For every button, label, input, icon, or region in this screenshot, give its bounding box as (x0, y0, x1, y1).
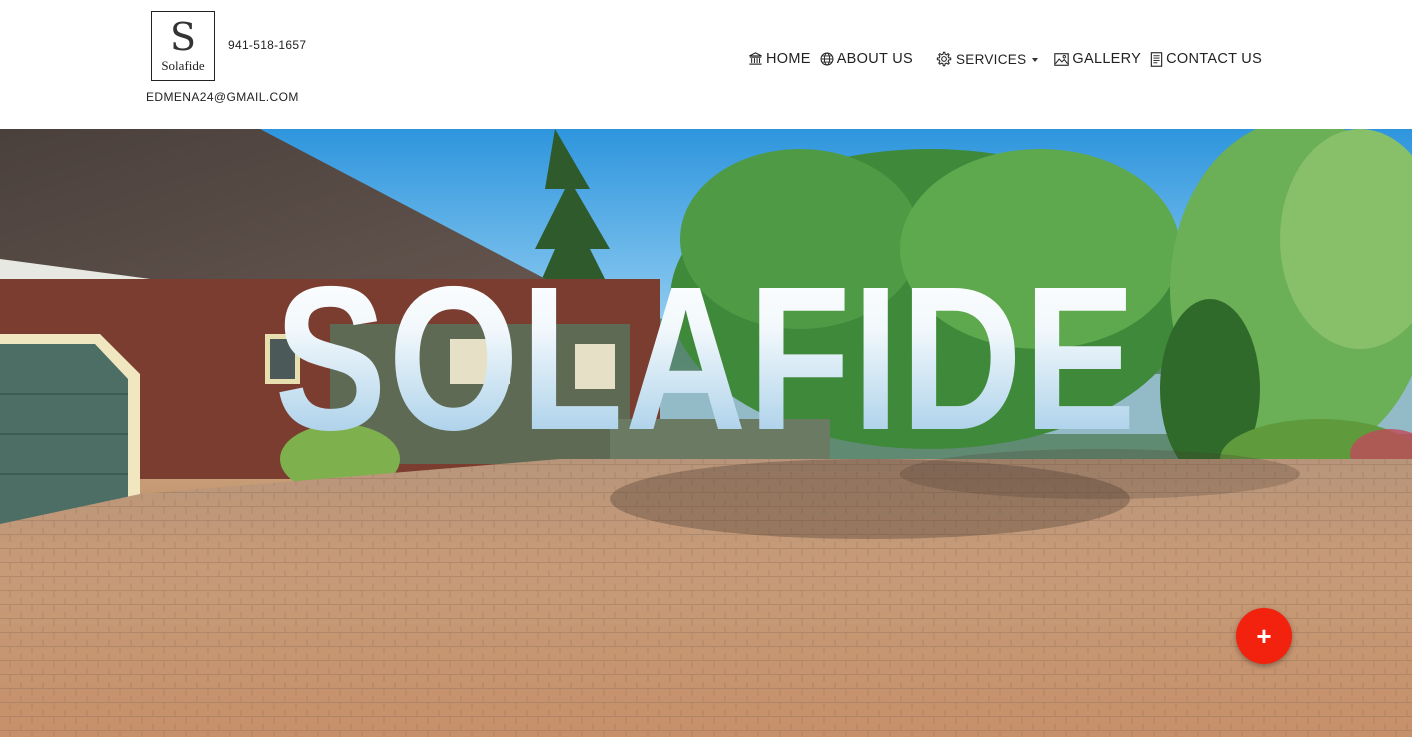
nav-contact-us-label: CONTACT US (1166, 51, 1263, 67)
logo-wordmark: Solafide (161, 58, 205, 73)
nav-about-us-label: ABOUT US (836, 51, 913, 67)
nav-services[interactable]: SERVICES (935, 51, 1039, 68)
main-nav: HOME ABOUT US SERVICES GALLERY CONTACT U… (748, 48, 1262, 70)
nav-home[interactable]: HOME (748, 51, 811, 67)
nav-home-label: HOME (766, 51, 811, 67)
nav-gallery[interactable]: GALLERY (1054, 51, 1141, 67)
bank-icon (749, 52, 762, 65)
nav-about-us[interactable]: ABOUT US (820, 51, 913, 67)
site-header: S Solafide 941-518-1657 EDMENA24@GMAIL.C… (0, 0, 1412, 129)
phone-number[interactable]: 941-518-1657 (228, 38, 306, 52)
image-icon (1054, 52, 1070, 66)
gear-icon (936, 51, 952, 66)
nav-services-label: SERVICES (955, 51, 1027, 67)
hero-title: SOLAFIDE (127, 256, 1285, 461)
logo-letter: S (169, 15, 197, 59)
nav-contact-us[interactable]: CONTACT US (1150, 51, 1262, 67)
email-address[interactable]: EDMENA24@GMAIL.COM (146, 90, 299, 104)
document-icon (1150, 51, 1163, 67)
globe-icon (820, 52, 834, 66)
hero-banner: SOLAFIDE + (0, 129, 1412, 737)
chevron-down-icon (1032, 57, 1039, 62)
logo[interactable]: S Solafide (151, 11, 215, 81)
add-button[interactable]: + (1236, 608, 1292, 664)
nav-gallery-label: GALLERY (1072, 51, 1142, 67)
